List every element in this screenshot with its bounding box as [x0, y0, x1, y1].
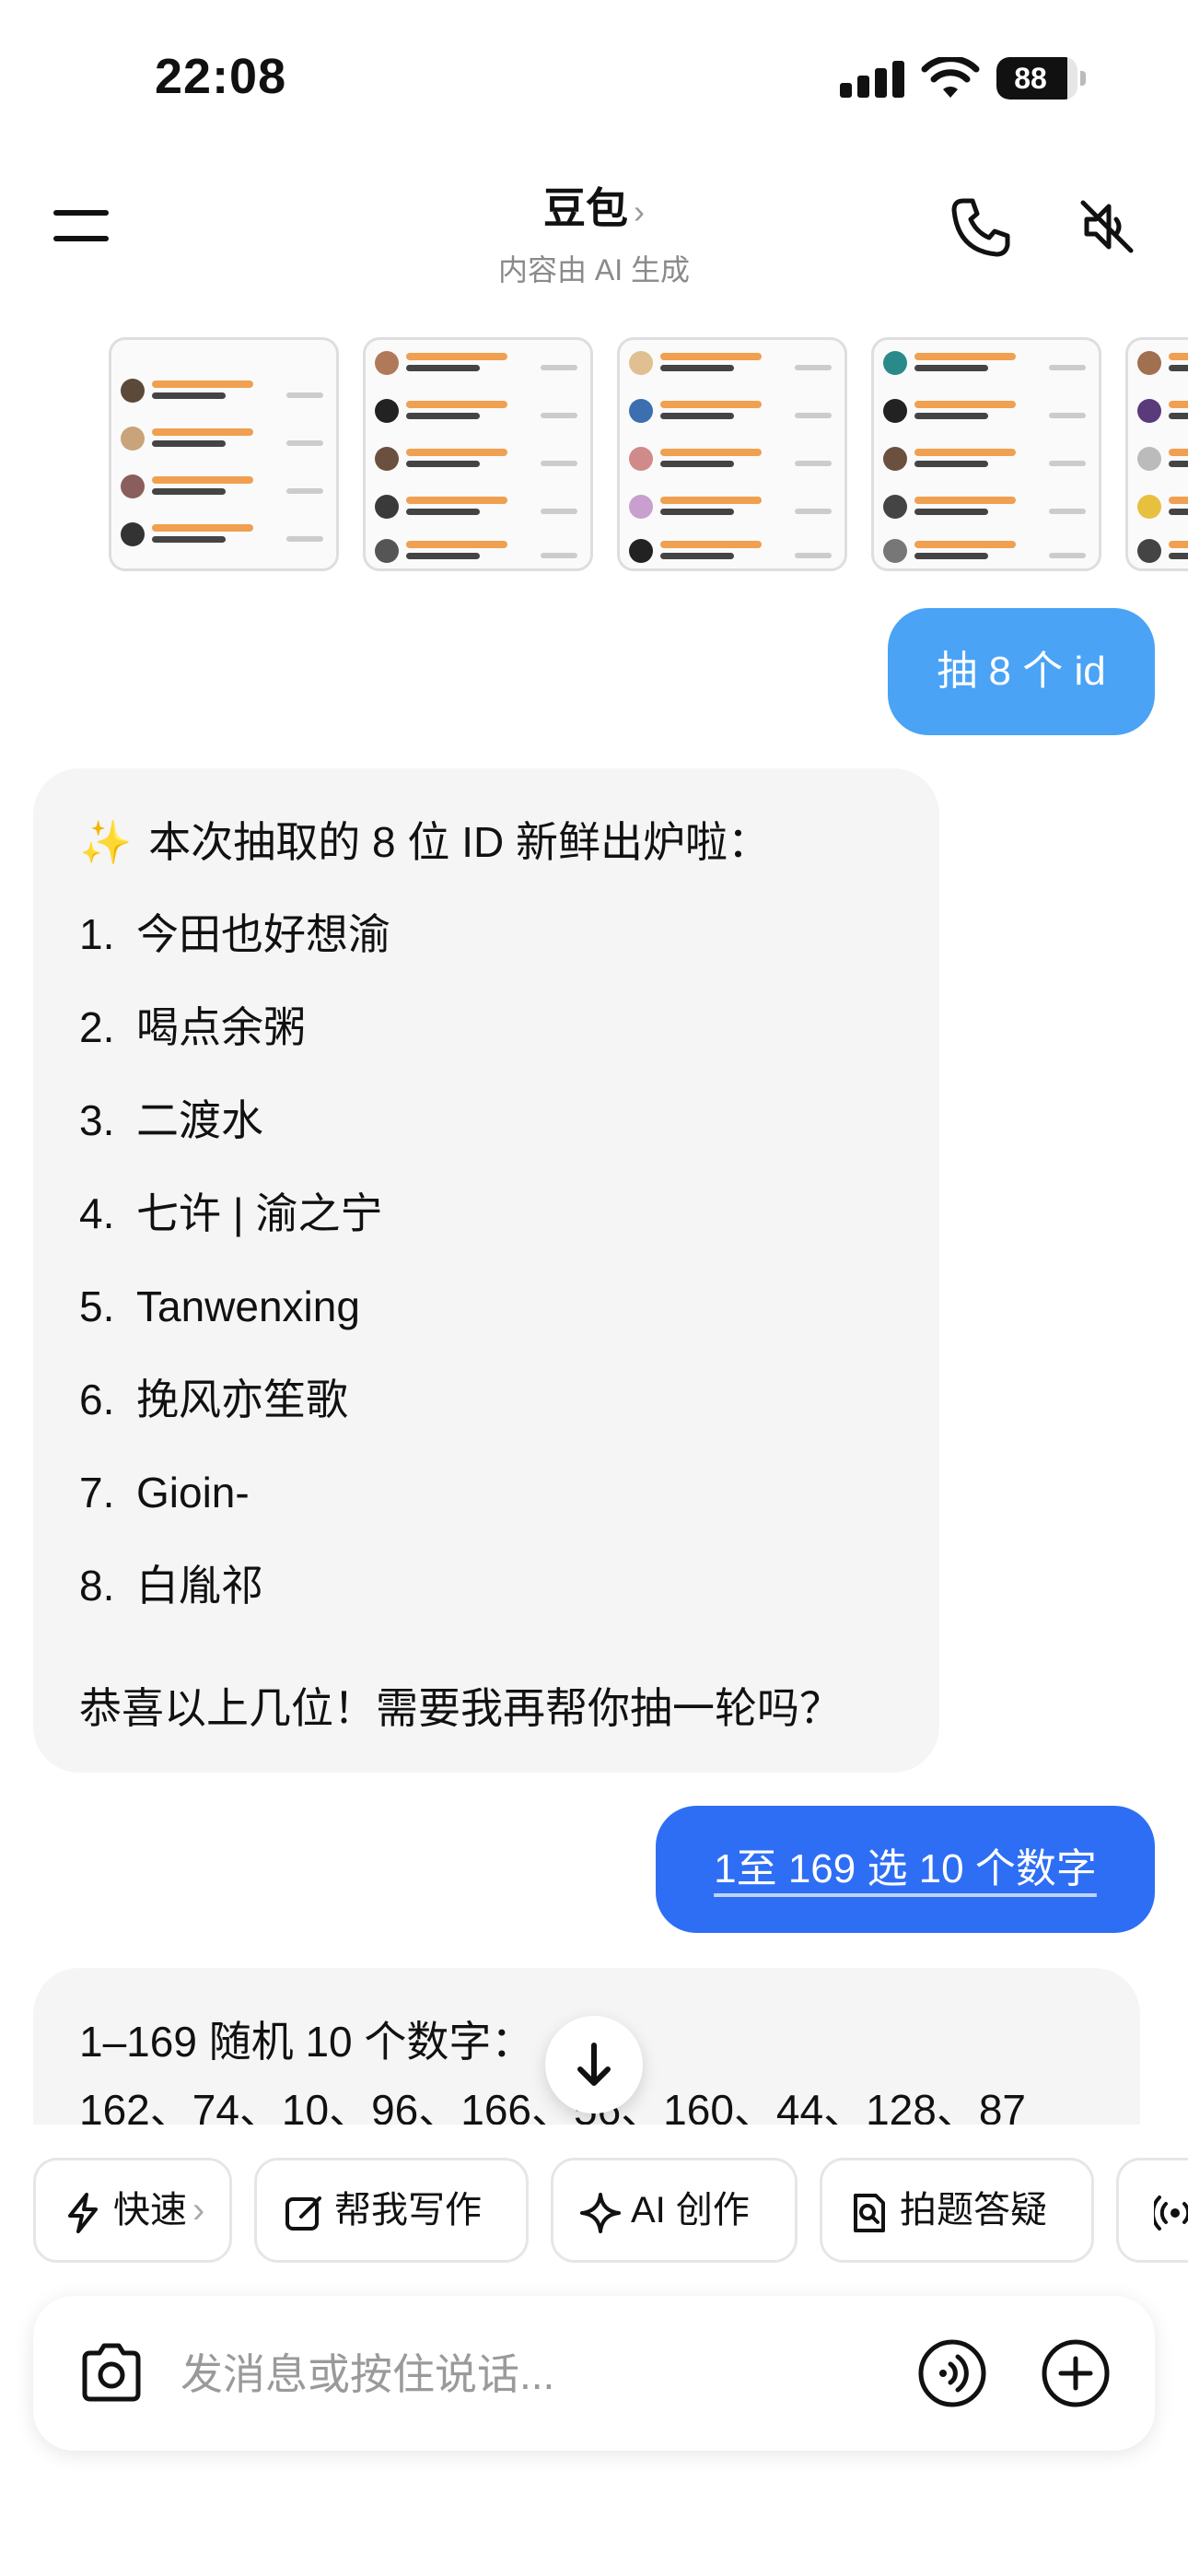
audio-icon: [1154, 2195, 1188, 2231]
voice-call-icon[interactable]: [917, 2338, 987, 2408]
battery-icon: 88: [996, 57, 1086, 100]
camera-icon[interactable]: [77, 2340, 146, 2405]
list-item-number: 2.: [79, 1003, 115, 1051]
document-search-icon: [854, 2194, 885, 2232]
list-item: 8. 白胤祁: [79, 1558, 390, 1651]
chip-help-write[interactable]: 帮我写作: [254, 2158, 529, 2263]
list-item: 6. 挽风亦笙歌: [79, 1372, 390, 1465]
chip-label-text: 快速: [113, 2190, 187, 2231]
user-message-text: 1至 169 选 10 个数字: [714, 1846, 1097, 1891]
list-item: 1. 今田也好想渝: [79, 907, 390, 1000]
list-item: 7. Gioin-: [79, 1465, 390, 1558]
list-item-number: 1.: [79, 910, 115, 958]
list-item-number: 5.: [79, 1282, 115, 1330]
assistant-message[interactable]: ✨ 本次抽取的 8 位 ID 新鲜出炉啦： 1. 今田也好想渝 2. 喝点余粥 3. 二…: [33, 768, 939, 1773]
chevron-right-icon: ›: [634, 193, 645, 230]
user-message[interactable]: 抽 8 个 id: [888, 608, 1155, 735]
chip-audio[interactable]: [1116, 2158, 1188, 2263]
list-item-text: 喝点余粥: [136, 1003, 306, 1051]
image-attachment-strip[interactable]: [109, 337, 1188, 573]
assistant-intro: ✨ 本次抽取的 8 位 ID 新鲜出炉啦：: [79, 809, 770, 870]
scroll-to-bottom-button[interactable]: [545, 2016, 643, 2113]
chat-title-area[interactable]: 豆包 › 内容由 AI 生成: [410, 175, 778, 289]
status-time: 22:08: [155, 49, 287, 104]
list-item-number: 3.: [79, 1096, 115, 1144]
user-message[interactable]: 1至 169 选 10 个数字: [656, 1806, 1155, 1933]
assistant-outro: 恭喜以上几位！需要我再帮你抽一轮吗？: [79, 1684, 842, 1732]
list-item-number: 7.: [79, 1469, 115, 1516]
battery-level: 88: [1014, 62, 1047, 95]
list-item-text: Tanwenxing: [136, 1282, 360, 1330]
status-bar: 22:08 88: [0, 0, 1188, 157]
screenshot-thumbnail[interactable]: [363, 337, 593, 571]
edit-icon: [285, 2196, 321, 2231]
chip-label: 快速 ›: [113, 2160, 204, 2260]
list-item: 5. Tanwenxing: [79, 1279, 390, 1372]
list-item: 3. 二渡水: [79, 1093, 390, 1186]
list-item-number: 8.: [79, 1562, 115, 1610]
screenshot-thumbnail[interactable]: [109, 337, 339, 571]
chip-label: AI 创作: [631, 2190, 750, 2231]
list-item-text: 白胤祁: [136, 1562, 263, 1610]
composer-panel: 快速 › 帮我写作 AI 创作 拍题答疑: [0, 2125, 1188, 2576]
assistant-text: 1–169 随机 10 个数字：: [79, 2018, 534, 2066]
list-item-text: 挽风亦笙歌: [136, 1376, 348, 1423]
sparkle-icon: ✨: [79, 818, 133, 866]
chip-label: 帮我写作: [334, 2190, 482, 2231]
page-title: 豆包: [543, 184, 628, 232]
list-item-number: 4.: [79, 1189, 115, 1237]
chat-header: 豆包 › 内容由 AI 生成: [0, 157, 1188, 304]
list-item: 4. 七许 | 渝之宁: [79, 1186, 390, 1279]
chip-label: 拍题答疑: [900, 2190, 1047, 2231]
screenshot-thumbnail[interactable]: [617, 337, 847, 571]
message-input-bar: [33, 2296, 1155, 2451]
list-item-text: Gioin-: [136, 1469, 250, 1516]
list-item-number: 6.: [79, 1376, 115, 1423]
id-list: 1. 今田也好想渝 2. 喝点余粥 3. 二渡水 4. 七许 | 渝之宁 5. Tanwe…: [79, 907, 390, 1651]
plus-icon[interactable]: [1041, 2338, 1111, 2408]
message-input[interactable]: [181, 2333, 917, 2416]
phone-icon[interactable]: [949, 195, 1013, 260]
menu-icon[interactable]: [53, 205, 112, 245]
chevron-right-icon: ›: [192, 2190, 205, 2231]
assistant-intro-text: 本次抽取的 8 位 ID 新鲜出炉啦：: [148, 818, 770, 866]
quick-action-chips: 快速 › 帮我写作 AI 创作 拍题答疑: [0, 2158, 1188, 2265]
cellular-signal-icon: [840, 61, 904, 98]
list-item-text: 今田也好想渝: [136, 910, 390, 958]
chip-quick-mode[interactable]: 快速 ›: [33, 2158, 232, 2263]
lightning-icon: [68, 2193, 98, 2233]
screenshot-thumbnail[interactable]: [1125, 337, 1188, 571]
arrow-down-icon: [577, 2043, 611, 2086]
list-item-text: 七许 | 渝之宁: [136, 1189, 383, 1237]
chip-ai-create[interactable]: AI 创作: [551, 2158, 798, 2263]
sparkle-icon: [580, 2193, 621, 2233]
chip-photo-question[interactable]: 拍题答疑: [820, 2158, 1094, 2263]
ai-generated-notice: 内容由 AI 生成: [497, 253, 691, 287]
list-item-text: 二渡水: [136, 1096, 263, 1144]
list-item: 2. 喝点余粥: [79, 1000, 390, 1093]
speaker-mute-icon[interactable]: [1077, 197, 1136, 256]
wifi-icon: [921, 57, 980, 98]
screenshot-thumbnail[interactable]: [871, 337, 1101, 571]
